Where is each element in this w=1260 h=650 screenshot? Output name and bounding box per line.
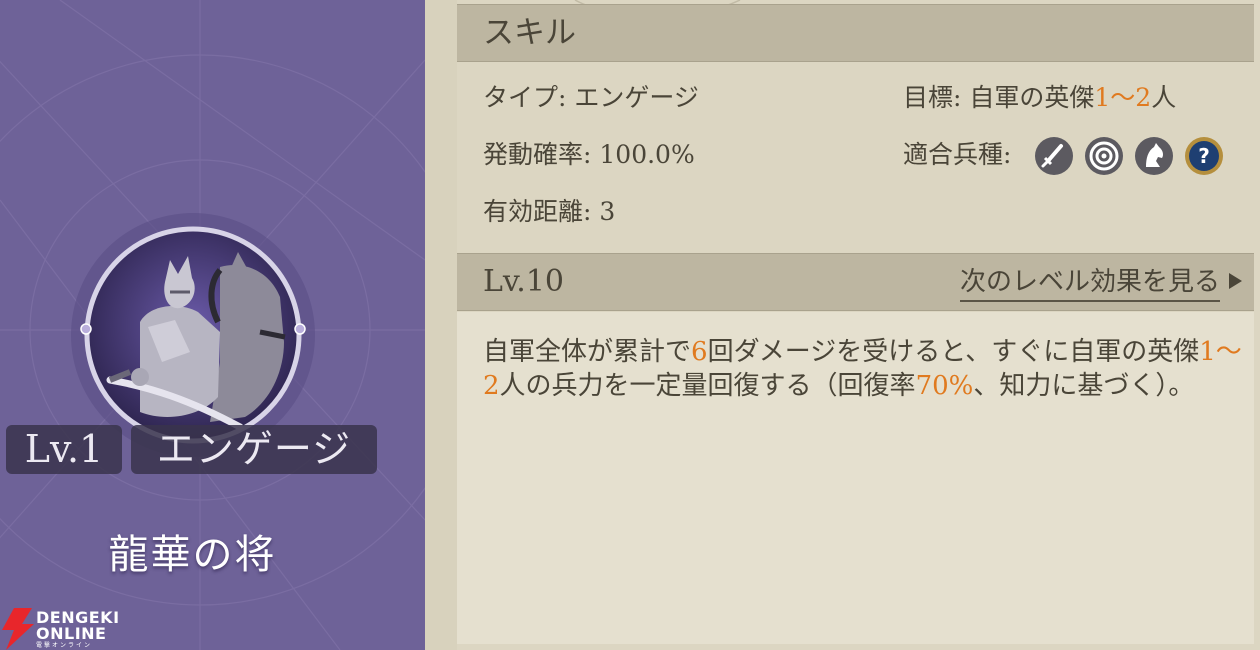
question-icon[interactable]: ? [1184,136,1224,176]
svg-text:?: ? [1198,144,1210,168]
activation-rate-row: 発動確率: 100.0% [483,139,695,171]
desc-part-2: 回ダメージを受けると、すぐに自軍の英傑 [707,337,1200,367]
desc-part-3: 人の兵力を一定量回復する（回復率 [499,371,916,401]
effective-range-row: 有効距離: 3 [483,196,615,228]
rate-value: 100.0% [599,140,695,169]
bow-target-icon[interactable] [1084,136,1124,176]
target-range: 1～2 [1094,83,1152,112]
watermark-line2: ONLINE [36,624,107,643]
skill-card: Lv.1 エンゲージ 龍華の将 DENGEKI ONLINE 電撃オンライン [0,0,425,650]
watermark-line3: 電撃オンライン [36,642,93,649]
desc-part-4: 、知力に基づく）。 [973,371,1195,401]
sword-icon[interactable] [1034,136,1074,176]
desc-part-1: 自軍全体が累計で [483,337,692,367]
target-suffix: 人 [1151,83,1177,112]
unit-type-row: 適合兵種: [903,139,1011,171]
rate-label: 発動確率: [483,140,592,169]
armored-general-icon [71,213,315,457]
type-value: エンゲージ [574,83,699,112]
level-badge: Lv.1 [6,425,122,474]
level-header-title: Lv.10 [483,264,565,299]
dengeki-online-watermark: DENGEKI ONLINE 電撃オンライン [0,606,130,650]
lightning-bolt-logo-icon [2,608,34,650]
desc-heal-rate: 70% [915,371,974,401]
range-label: 有効距離: [483,197,592,226]
skill-type-badge: エンゲージ [131,425,377,474]
skill-header-bar: スキル [457,4,1254,62]
chevron-right-icon[interactable] [1229,273,1242,289]
range-value: 3 [599,197,616,226]
target-label: 目標: [903,83,962,112]
desc-hit-count: 6 [691,337,708,367]
target-prefix: 自軍の英傑 [969,83,1095,112]
skill-detail-panel: スキル タイプ: エンゲージ 目標: 自軍の英傑1～2人 発動確率: 100.0… [457,0,1260,650]
skill-header-title: スキル [483,15,576,51]
unit-label: 適合兵種: [903,140,1012,169]
type-row: タイプ: エンゲージ [483,82,699,114]
type-label: タイプ: [483,83,567,112]
skill-name: 龍華の将 [108,532,277,578]
level-header-bar: Lv.10 次のレベル効果を見る [457,253,1254,311]
skill-portrait [70,212,316,458]
horse-icon[interactable] [1134,136,1174,176]
target-row: 目標: 自軍の英傑1～2人 [903,82,1176,114]
next-level-link[interactable]: 次のレベル効果を見る [959,264,1220,302]
skill-description: 自軍全体が累計で6回ダメージを受けると、すぐに自軍の英傑1～2人の兵力を一定量回… [483,335,1243,403]
